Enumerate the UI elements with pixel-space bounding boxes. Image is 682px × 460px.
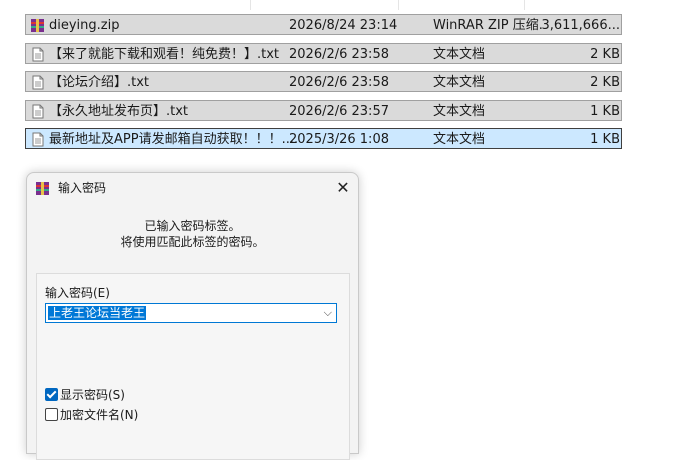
dialog-title-bar[interactable]: 输入密码 ✕: [27, 173, 358, 203]
winrar-app-icon: [36, 182, 49, 195]
encrypt-filenames-label: 加密文件名(N): [60, 408, 139, 422]
checkbox-box[interactable]: [45, 388, 58, 401]
file-row[interactable]: dieying.zip 2026/8/24 23:14 WinRAR ZIP 压缩.…: [25, 14, 622, 35]
winrar-archive-icon: [30, 18, 45, 33]
dialog-message-line1: 已输入密码标签。: [144, 219, 241, 233]
file-date: 2026/2/6 23:58: [289, 46, 389, 62]
file-name[interactable]: 【来了就能下载和观看！纯免费！】.txt: [49, 44, 304, 65]
file-date: 2026/2/6 23:57: [289, 103, 389, 119]
file-date: 2025/3/26 1:08: [289, 132, 389, 147]
checkbox-box[interactable]: [45, 408, 58, 421]
dialog-message-line2: 将使用匹配此标签的密码。: [120, 235, 265, 249]
show-password-label: 显示密码(S): [60, 388, 125, 402]
file-name[interactable]: 【永久地址发布页】.txt: [49, 101, 304, 122]
chevron-down-icon[interactable]: ⌵: [324, 306, 332, 320]
text-file-icon: [30, 132, 45, 147]
password-combobox[interactable]: 上老王论坛当老王 ⌵: [45, 303, 337, 323]
password-label: 输入密码(E): [45, 286, 110, 300]
text-file-icon: [30, 75, 45, 90]
file-date: 2026/8/24 23:14: [289, 18, 398, 33]
file-row[interactable]: 【论坛介绍】.txt 2026/2/6 23:58 文本文档 2 KB: [25, 71, 622, 92]
file-size: 2 KB: [590, 46, 620, 62]
text-file-icon: [30, 104, 45, 119]
file-list: dieying.zip 2026/8/24 23:14 WinRAR ZIP 压缩.…: [0, 0, 682, 160]
file-name[interactable]: dieying.zip: [49, 15, 304, 36]
file-size: 1 KB: [590, 132, 620, 147]
column-divider: [524, 0, 525, 10]
column-divider: [398, 0, 399, 10]
password-dialog: 输入密码 ✕ 已输入密码标签。 将使用匹配此标签的密码。 输入密码(E) 上老王…: [26, 172, 359, 460]
file-size: 2 KB: [590, 75, 620, 90]
close-icon: ✕: [336, 178, 350, 197]
file-name[interactable]: 最新地址及APP请发邮箱自动获取！！！....: [49, 129, 304, 150]
password-group: 输入密码(E) 上老王论坛当老王 ⌵ 显示密码(S) 加密文件名(N): [36, 273, 350, 460]
text-file-icon: [30, 47, 45, 62]
dialog-title: 输入密码: [58, 181, 107, 195]
file-size: 1 KB: [590, 103, 620, 119]
file-date: 2026/2/6 23:58: [289, 75, 389, 90]
column-divider: [250, 0, 251, 10]
file-size: 3,611,666...: [541, 18, 620, 33]
file-row[interactable]: 【来了就能下载和观看！纯免费！】.txt 2026/2/6 23:58 文本文档 2 …: [25, 42, 622, 65]
close-button[interactable]: ✕: [332, 177, 354, 199]
password-input[interactable]: 上老王论坛当老王: [48, 306, 147, 320]
file-row[interactable]: 【永久地址发布页】.txt 2026/2/6 23:57 文本文档 1 KB: [25, 99, 622, 122]
file-name[interactable]: 【论坛介绍】.txt: [49, 72, 304, 93]
file-row[interactable]: 最新地址及APP请发邮箱自动获取！！！.... 2025/3/26 1:08 文本文…: [25, 128, 622, 149]
